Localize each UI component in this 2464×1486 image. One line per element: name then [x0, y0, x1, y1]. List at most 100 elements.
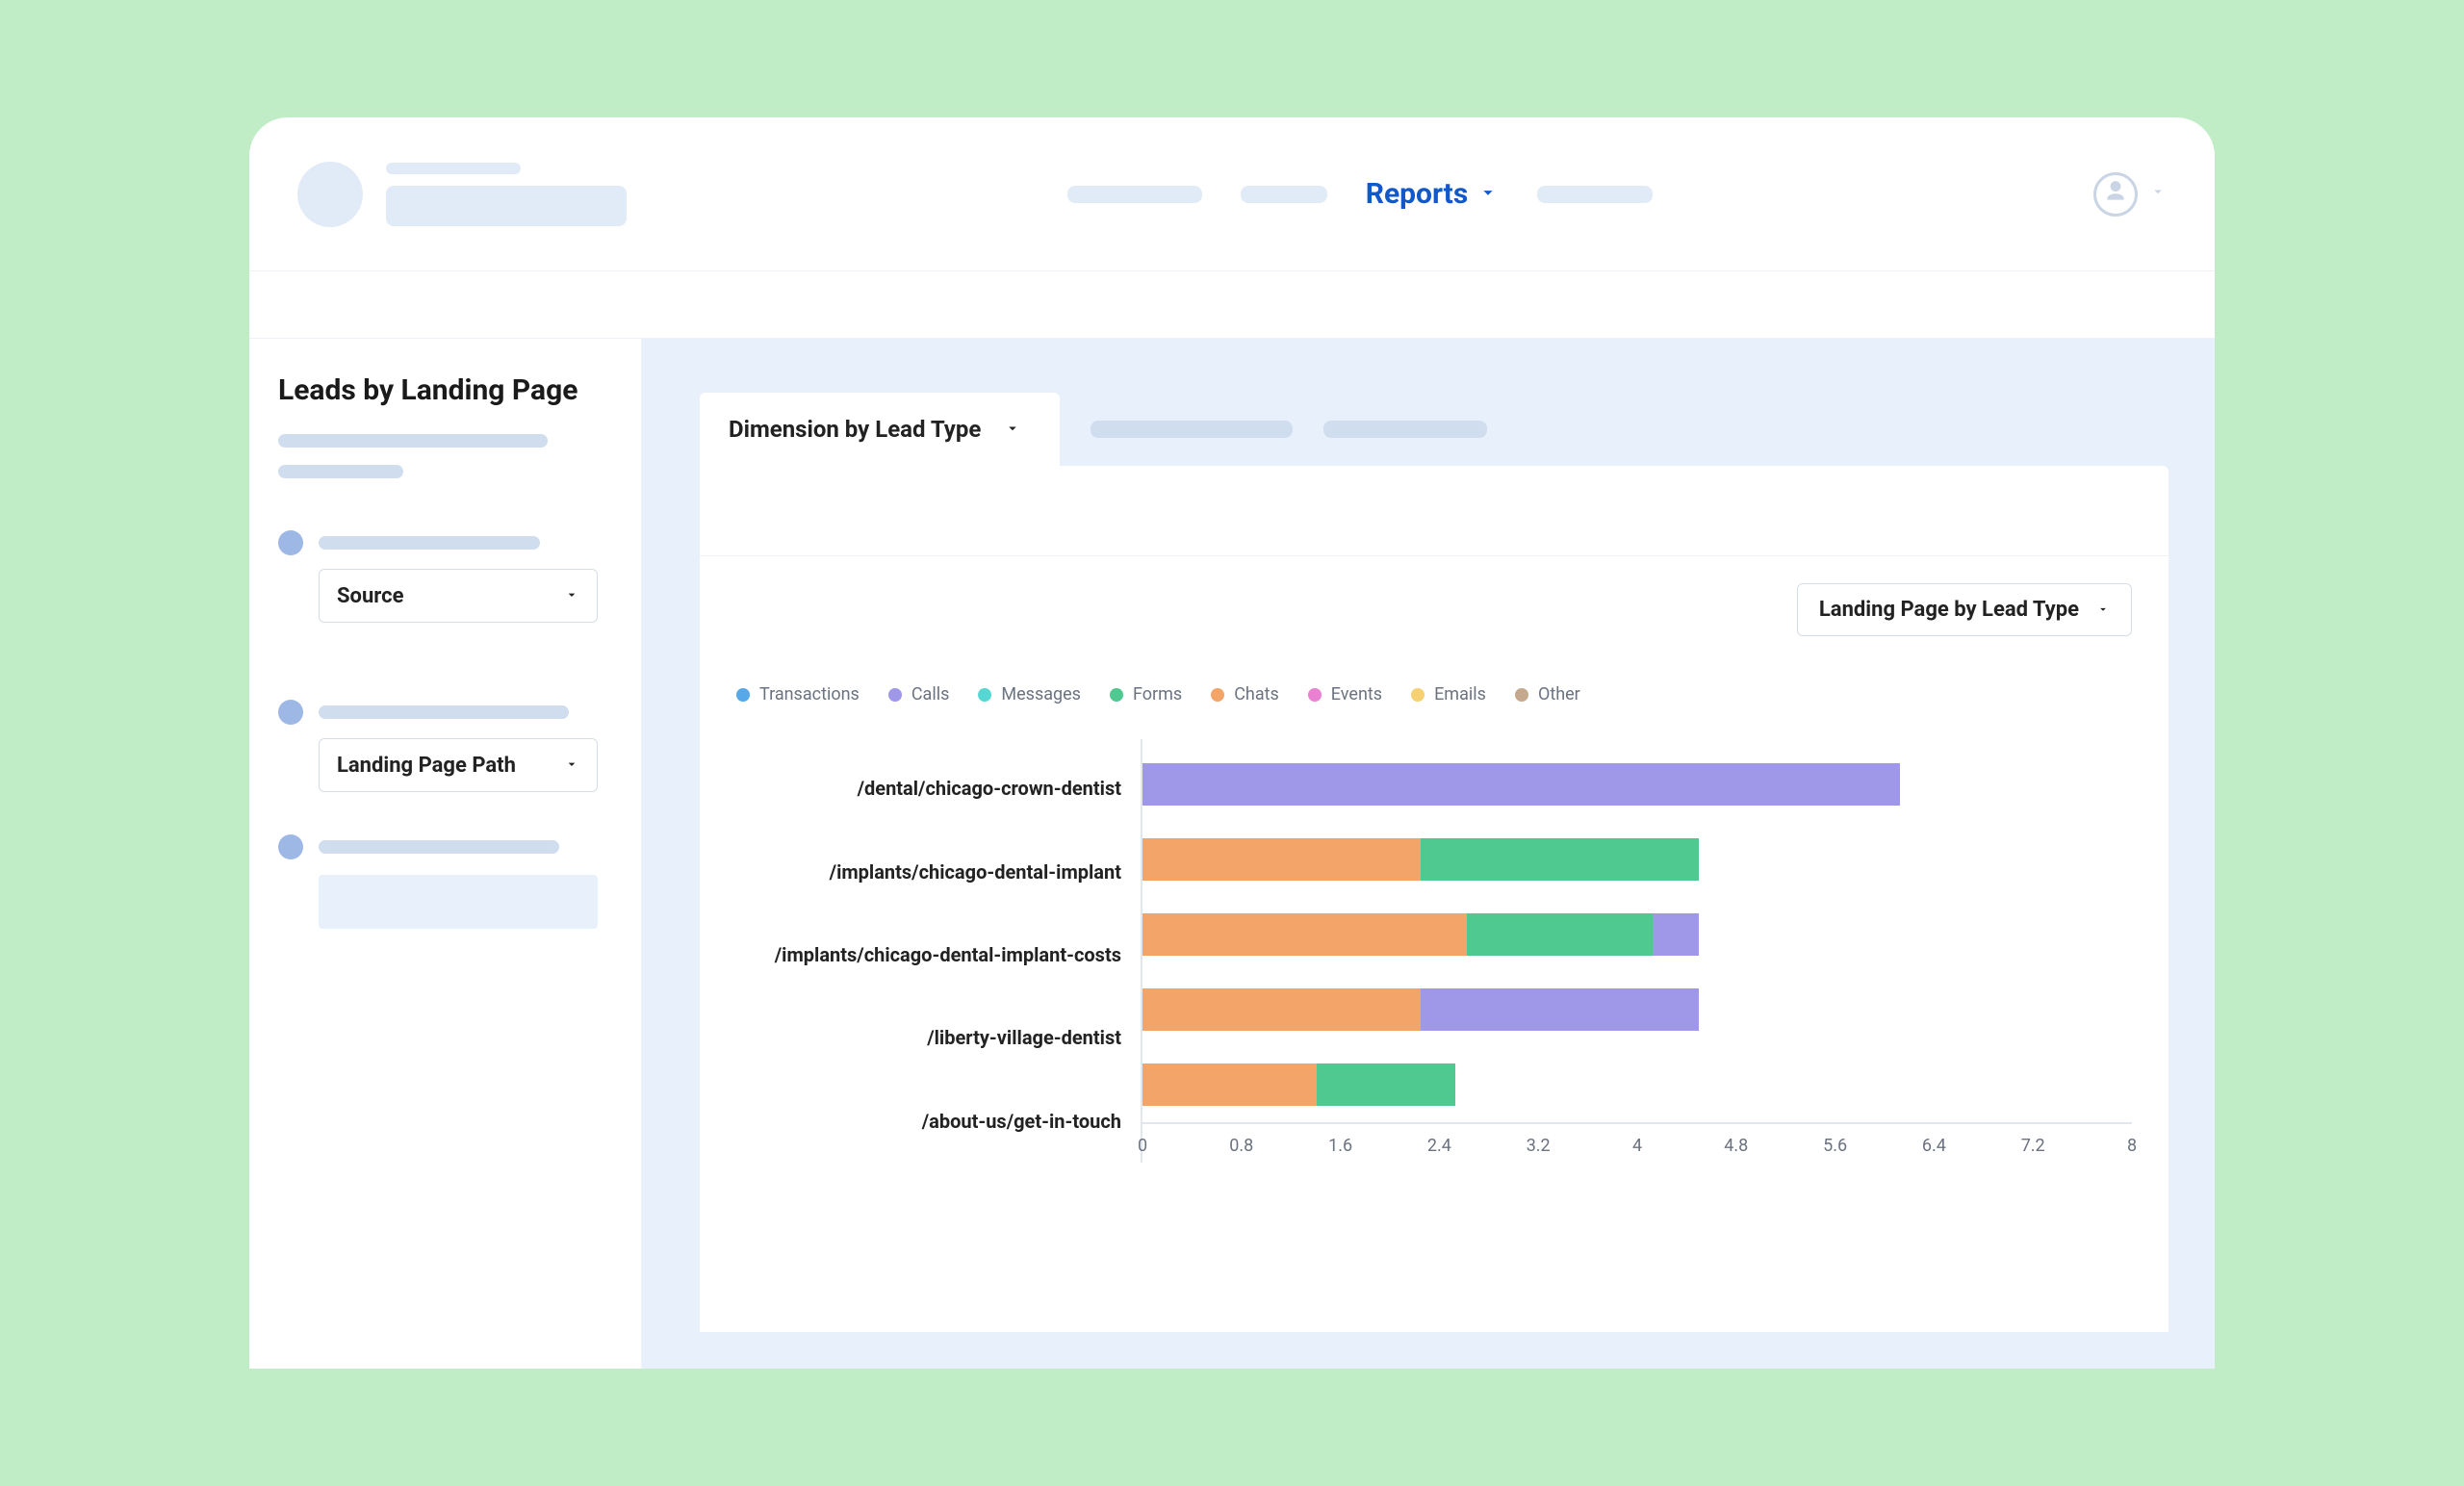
panel: Landing Page by Lead Type Transactions Ca…	[700, 466, 2169, 1332]
x-axis-tick: 0.8	[1229, 1136, 1253, 1156]
node-dot-icon	[278, 700, 303, 725]
chart-bars	[1142, 739, 2132, 1122]
legend-item[interactable]: Forms	[1110, 684, 1182, 705]
bar-segment[interactable]	[1142, 763, 1900, 806]
chevron-down-icon	[1477, 177, 1499, 211]
bar-row	[1142, 1047, 2132, 1122]
chart-area: /dental/chicago-crown-dentist/implants/c…	[736, 739, 2132, 1163]
bar-row	[1142, 972, 2132, 1047]
chart-select-label: Landing Page by Lead Type	[1819, 598, 2079, 622]
legend-label: Other	[1538, 684, 1580, 705]
avatar-caret[interactable]	[2149, 183, 2167, 205]
bar-segment[interactable]	[1421, 838, 1699, 881]
sidebar-node-1	[278, 530, 612, 555]
user-icon	[2103, 179, 2128, 209]
nav-item-placeholder[interactable]	[1537, 186, 1653, 203]
y-axis-label: /implants/chicago-dental-implant	[736, 830, 1141, 912]
chart-plot: 00.81.62.43.244.85.66.47.28	[1141, 739, 2132, 1163]
y-axis-label: /liberty-village-dentist	[736, 996, 1141, 1079]
bar-row	[1142, 897, 2132, 972]
legend-item[interactable]: Calls	[888, 684, 950, 705]
legend-label: Messages	[1001, 684, 1081, 705]
legend-item[interactable]: Other	[1515, 684, 1580, 705]
legend-item[interactable]: Chats	[1211, 684, 1279, 705]
tab-dimension-by-lead-type[interactable]: Dimension by Lead Type	[700, 393, 1060, 466]
bar-stack[interactable]	[1142, 988, 1885, 1031]
nav-item-placeholder[interactable]	[1241, 186, 1327, 203]
legend-dot-icon	[1308, 688, 1322, 702]
bar-segment[interactable]	[1142, 913, 1467, 956]
select-landing-page-path-label: Landing Page Path	[337, 754, 516, 778]
sidebar-placeholder-box	[319, 875, 598, 929]
legend-label: Chats	[1234, 684, 1279, 705]
header-right	[2093, 172, 2167, 217]
x-axis-tick: 1.6	[1328, 1136, 1352, 1156]
bar-segment[interactable]	[1142, 838, 1421, 881]
header: Reports	[249, 117, 2215, 271]
legend-dot-icon	[1211, 688, 1224, 702]
brand-logo	[297, 162, 363, 227]
caret-down-icon	[1004, 416, 1021, 443]
chart-x-axis: 00.81.62.43.244.85.66.47.28	[1142, 1122, 2132, 1163]
chart-y-axis-labels: /dental/chicago-crown-dentist/implants/c…	[736, 739, 1141, 1163]
legend-dot-icon	[888, 688, 902, 702]
y-axis-label: /about-us/get-in-touch	[736, 1080, 1141, 1163]
tab-placeholder[interactable]	[1323, 421, 1487, 438]
sidebar: Leads by Landing Page Source Landing Pag…	[249, 339, 642, 1369]
subheader	[249, 271, 2215, 339]
x-axis-tick: 7.2	[2021, 1136, 2045, 1156]
app-frame: Reports Leads by Landing Page	[249, 117, 2215, 1369]
select-source[interactable]: Source	[319, 569, 598, 623]
tab-placeholder[interactable]	[1091, 421, 1293, 438]
bar-stack[interactable]	[1142, 838, 1885, 881]
tab-label: Dimension by Lead Type	[729, 416, 981, 443]
nav-reports-label: Reports	[1366, 177, 1469, 211]
top-nav: Reports	[627, 177, 2093, 211]
bar-segment[interactable]	[1653, 913, 1699, 956]
bar-stack[interactable]	[1142, 913, 1885, 956]
bar-segment[interactable]	[1142, 1063, 1317, 1106]
legend-dot-icon	[978, 688, 991, 702]
panel-header-area	[700, 466, 2169, 556]
body: Leads by Landing Page Source Landing Pag…	[249, 339, 2215, 1369]
content: Dimension by Lead Type Landing Page by L…	[642, 339, 2215, 1369]
bar-stack[interactable]	[1142, 763, 2009, 806]
legend-label: Events	[1331, 684, 1382, 705]
bar-segment[interactable]	[1317, 1063, 1456, 1106]
legend-item[interactable]: Emails	[1411, 684, 1486, 705]
legend-dot-icon	[1110, 688, 1123, 702]
bar-segment[interactable]	[1421, 988, 1699, 1031]
select-landing-page-path[interactable]: Landing Page Path	[319, 738, 598, 792]
nav-item-placeholder[interactable]	[1067, 186, 1202, 203]
y-axis-label: /implants/chicago-dental-implant-costs	[736, 913, 1141, 996]
legend-label: Calls	[911, 684, 950, 705]
user-avatar[interactable]	[2093, 172, 2138, 217]
legend-item[interactable]: Events	[1308, 684, 1382, 705]
x-axis-tick: 4	[1632, 1136, 1642, 1156]
x-axis-tick: 3.2	[1527, 1136, 1551, 1156]
panel-inner: Landing Page by Lead Type Transactions Ca…	[700, 556, 2169, 1163]
bar-segment[interactable]	[1467, 913, 1653, 956]
legend-dot-icon	[1411, 688, 1424, 702]
sidebar-node-3	[278, 834, 612, 859]
brand-placeholder	[386, 163, 627, 226]
legend-label: Emails	[1434, 684, 1486, 705]
nav-reports[interactable]: Reports	[1366, 177, 1500, 211]
legend-item[interactable]: Transactions	[736, 684, 860, 705]
bar-stack[interactable]	[1142, 1063, 1699, 1106]
legend-label: Forms	[1133, 684, 1182, 705]
node-dot-icon	[278, 530, 303, 555]
select-source-label: Source	[337, 584, 403, 608]
chart-type-select[interactable]: Landing Page by Lead Type	[1797, 583, 2132, 636]
x-axis-tick: 0	[1138, 1136, 1147, 1156]
legend-dot-icon	[1515, 688, 1528, 702]
tabs-row: Dimension by Lead Type	[700, 393, 2169, 466]
bar-segment[interactable]	[1142, 988, 1421, 1031]
caret-down-icon	[564, 584, 579, 608]
legend-label: Transactions	[759, 684, 860, 705]
caret-down-icon	[2096, 598, 2110, 622]
x-axis-tick: 8	[2127, 1136, 2137, 1156]
bar-row	[1142, 747, 2132, 822]
bar-row	[1142, 822, 2132, 897]
legend-item[interactable]: Messages	[978, 684, 1081, 705]
